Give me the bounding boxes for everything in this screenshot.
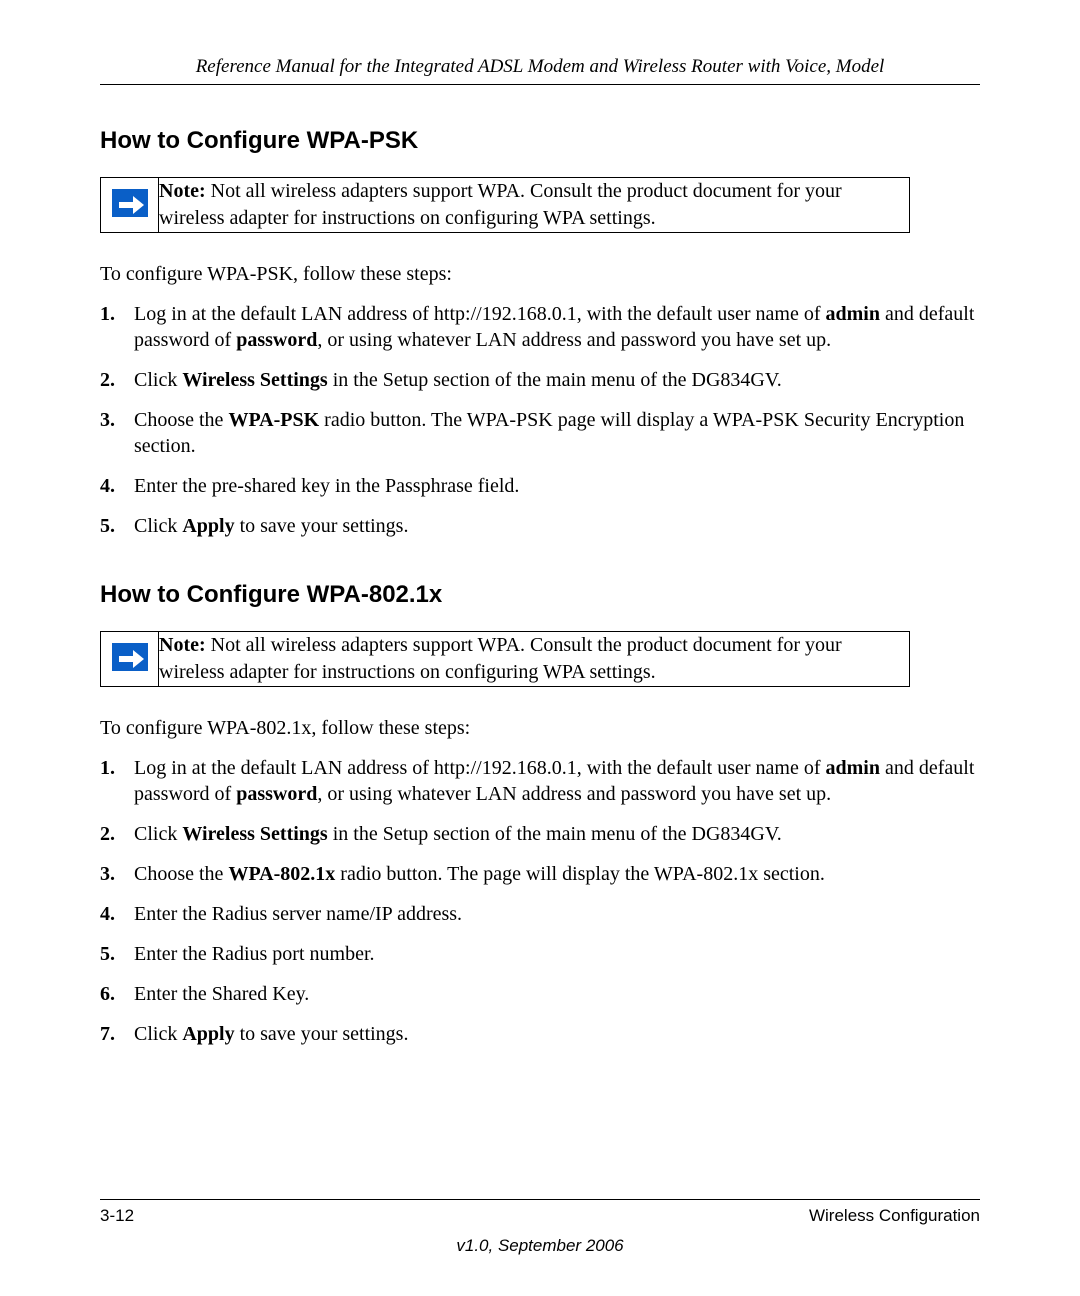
page-header: Reference Manual for the Integrated ADSL… <box>100 56 980 78</box>
footer-rule <box>100 1199 980 1200</box>
step-item: Enter the Radius port number. <box>100 941 980 967</box>
step-item: Click Wireless Settings in the Setup sec… <box>100 367 980 393</box>
note-body: Not all wireless adapters support WPA. C… <box>159 180 842 229</box>
note-icon-cell <box>101 632 159 687</box>
page-footer: 3-12 Wireless Configuration v1.0, Septem… <box>100 1199 980 1256</box>
step-item: Enter the Radius server name/IP address. <box>100 901 980 927</box>
step-item: Log in at the default LAN address of htt… <box>100 301 980 353</box>
step-item: Enter the Shared Key. <box>100 981 980 1007</box>
step-item: Click Apply to save your settings. <box>100 1021 980 1047</box>
arrow-right-icon <box>112 189 148 217</box>
steps-list: Log in at the default LAN address of htt… <box>100 301 980 539</box>
note-box: Note: Not all wireless adapters support … <box>100 631 910 687</box>
intro-text: To configure WPA-802.1x, follow these st… <box>100 715 980 741</box>
step-item: Choose the WPA-802.1x radio button. The … <box>100 861 980 887</box>
header-rule <box>100 84 980 85</box>
step-item: Enter the pre-shared key in the Passphra… <box>100 473 980 499</box>
section-heading-wpa-8021x: How to Configure WPA-802.1x <box>100 581 980 609</box>
note-icon-cell <box>101 178 159 233</box>
intro-text: To configure WPA-PSK, follow these steps… <box>100 261 980 287</box>
step-item: Choose the WPA-PSK radio button. The WPA… <box>100 407 980 459</box>
section-heading-wpa-psk: How to Configure WPA-PSK <box>100 127 980 155</box>
step-item: Click Apply to save your settings. <box>100 513 980 539</box>
note-text: Note: Not all wireless adapters support … <box>159 632 910 687</box>
arrow-right-icon <box>112 643 148 671</box>
note-label: Note: <box>159 634 206 656</box>
note-label: Note: <box>159 180 206 202</box>
section-name: Wireless Configuration <box>809 1206 980 1226</box>
version-text: v1.0, September 2006 <box>100 1236 980 1256</box>
steps-list: Log in at the default LAN address of htt… <box>100 755 980 1047</box>
note-text: Note: Not all wireless adapters support … <box>159 178 910 233</box>
page-number: 3-12 <box>100 1206 134 1226</box>
note-body: Not all wireless adapters support WPA. C… <box>159 634 842 683</box>
note-box: Note: Not all wireless adapters support … <box>100 177 910 233</box>
step-item: Click Wireless Settings in the Setup sec… <box>100 821 980 847</box>
step-item: Log in at the default LAN address of htt… <box>100 755 980 807</box>
